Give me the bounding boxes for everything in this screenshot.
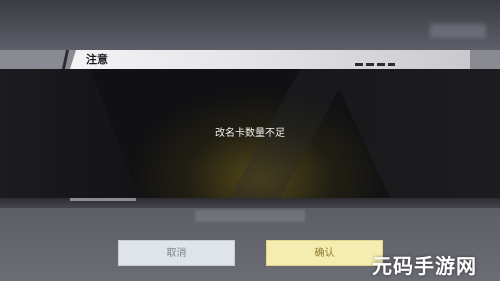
confirm-button[interactable]: 确认 xyxy=(266,240,383,266)
site-watermark: 元码手游网 xyxy=(372,254,477,278)
footer-blurred-element xyxy=(195,210,305,222)
dialog-title: 注意 xyxy=(86,53,108,66)
background-blurred-content xyxy=(18,24,218,40)
bottom-accent-line xyxy=(70,198,136,201)
background-blurred-control xyxy=(430,24,486,38)
title-dash-decoration xyxy=(355,63,395,66)
dialog-message: 改名卡数量不足 xyxy=(215,128,285,139)
dialog-title-tab xyxy=(70,50,470,69)
cancel-button[interactable]: 取消 xyxy=(118,240,235,266)
